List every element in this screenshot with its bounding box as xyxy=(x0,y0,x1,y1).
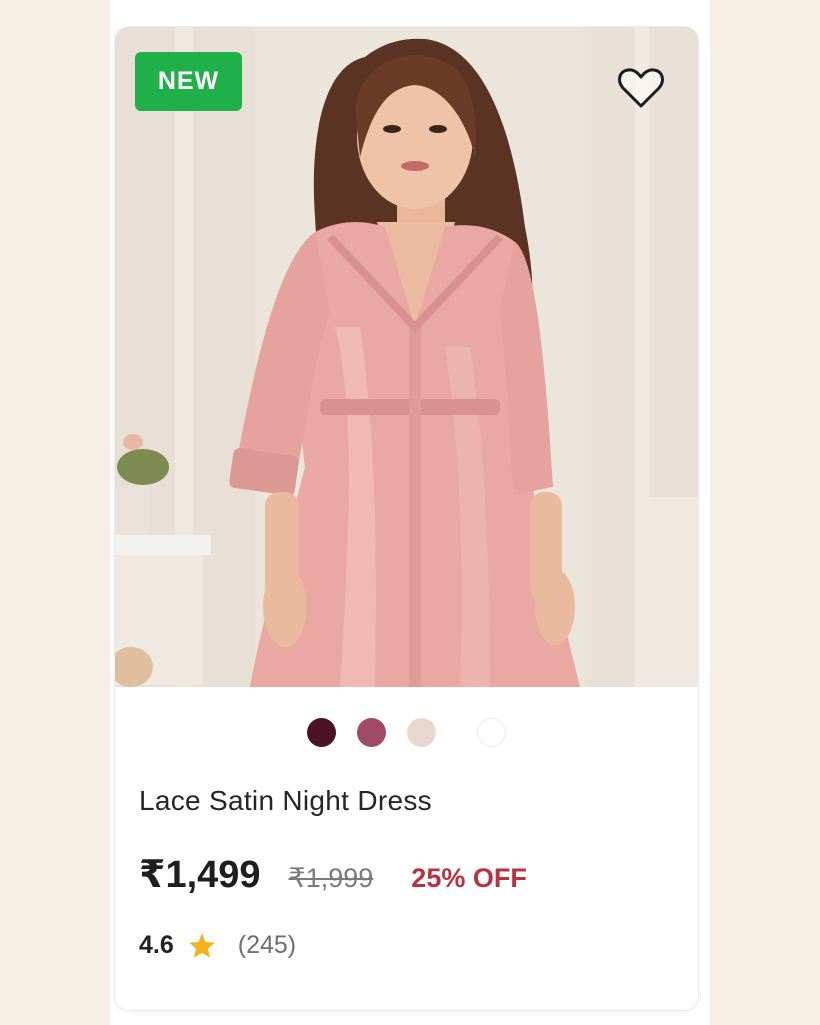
swatch-white[interactable] xyxy=(477,718,506,747)
wishlist-button[interactable] xyxy=(611,61,671,115)
heart-outline-icon xyxy=(618,68,664,108)
color-swatches xyxy=(115,718,698,748)
product-image[interactable]: NEW xyxy=(115,27,698,687)
product-title[interactable]: Lace Satin Night Dress xyxy=(139,785,432,817)
star-icon xyxy=(188,932,216,959)
selling-price: ₹1,499 xyxy=(139,854,261,896)
swatch-plum[interactable] xyxy=(307,718,336,747)
swatch-rose[interactable] xyxy=(357,718,386,747)
original-price: ₹1,999 xyxy=(288,863,374,893)
discount-label: 25% OFF xyxy=(411,863,527,893)
rating-value: 4.6 xyxy=(139,930,174,959)
new-badge: NEW xyxy=(135,52,242,111)
product-photo xyxy=(115,27,698,687)
swatch-blush[interactable] xyxy=(407,718,436,747)
review-count[interactable]: (245) xyxy=(238,931,296,960)
product-card[interactable]: NEW Lace Satin Night Dress ₹1,499 ₹1,999… xyxy=(115,27,698,1010)
price-row: ₹1,499 ₹1,999 25% OFF xyxy=(139,852,527,896)
rating-row: 4.6 (245) xyxy=(139,927,296,963)
page-background: NEW Lace Satin Night Dress ₹1,499 ₹1,999… xyxy=(110,0,710,1025)
